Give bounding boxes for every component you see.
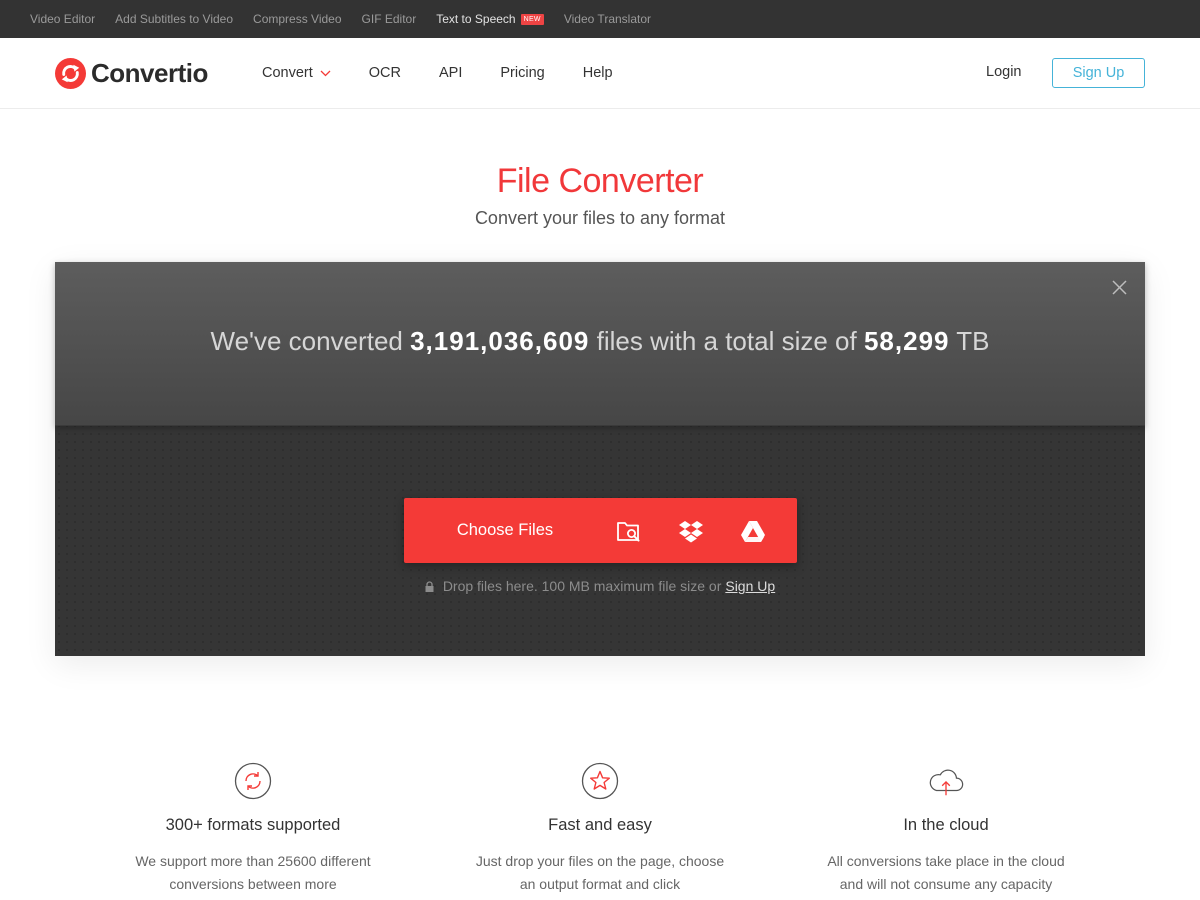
total-size: 58,299 — [863, 326, 950, 356]
nav-ocr[interactable]: OCR — [369, 65, 401, 81]
drop-hint: Drop files here. 100 MB maximum file siz… — [55, 578, 1145, 594]
google-drive-icon[interactable] — [740, 518, 766, 544]
choose-files-button[interactable]: Choose Files — [404, 498, 606, 563]
feature-fast: Fast and easy Just drop your files on th… — [427, 762, 773, 896]
close-icon[interactable] — [1112, 280, 1127, 295]
topbar-link-add-subtitles[interactable]: Add Subtitles to Video — [115, 12, 233, 26]
logo-text: Convertio — [91, 58, 208, 88]
feature-text: Just drop your files on the page, choose… — [475, 853, 725, 892]
topbar-link-video-editor[interactable]: Video Editor — [30, 12, 95, 26]
star-icon — [581, 762, 619, 800]
chevron-down-icon — [320, 70, 331, 76]
main-nav: Convert OCR API Pricing Help — [262, 38, 651, 108]
top-utility-bar: Video Editor Add Subtitles to Video Comp… — [0, 0, 1200, 38]
upload-bar: Choose Files — [404, 498, 797, 563]
page-subtitle: Convert your files to any format — [474, 208, 726, 228]
new-badge: NEW — [520, 13, 544, 25]
folder-search-icon[interactable] — [616, 518, 642, 544]
feature-title: Fast and easy — [548, 816, 652, 834]
stats-panel: We've converted 3,191,036,609 files with… — [55, 262, 1145, 426]
nav-help[interactable]: Help — [583, 65, 613, 81]
signup-button[interactable]: Sign Up — [1052, 58, 1145, 88]
files-count: 3,191,036,609 — [410, 326, 590, 356]
page-title: File Converter — [496, 162, 704, 200]
feature-cloud: In the cloud All conversions take place … — [773, 762, 1119, 896]
topbar-link-compress-video[interactable]: Compress Video — [253, 12, 342, 26]
feature-text: We support more than 25600 different con… — [135, 853, 371, 892]
logo[interactable]: Convertio — [55, 58, 208, 89]
nav-pricing[interactable]: Pricing — [500, 65, 544, 81]
feature-title: 300+ formats supported — [165, 816, 341, 834]
feature-formats: 300+ formats supported We support more t… — [80, 762, 426, 896]
feature-title: In the cloud — [903, 816, 989, 834]
topbar-link-gif-editor[interactable]: GIF Editor — [362, 12, 417, 26]
conversion-stats: We've converted 3,191,036,609 files with… — [210, 326, 990, 356]
nav-api[interactable]: API — [439, 65, 462, 81]
nav-convert[interactable]: Convert — [262, 65, 331, 81]
feature-text: All conversions take place in the cloud … — [827, 853, 1065, 892]
cloud-upload-icon — [929, 769, 964, 796]
convertio-logo-icon — [55, 58, 86, 89]
topbar-link-text-to-speech[interactable]: Text to Speech NEW — [436, 12, 544, 26]
refresh-icon — [234, 762, 272, 800]
converter-box[interactable]: We've converted 3,191,036,609 files with… — [55, 262, 1145, 656]
main-header: Convertio Convert OCR API Pricing Help L… — [0, 38, 1200, 109]
login-link[interactable]: Login — [986, 64, 1021, 80]
lock-icon — [425, 580, 434, 592]
signup-link[interactable]: Sign Up — [725, 578, 775, 594]
topbar-link-video-translator[interactable]: Video Translator — [564, 12, 651, 26]
dropbox-icon[interactable] — [678, 518, 704, 544]
